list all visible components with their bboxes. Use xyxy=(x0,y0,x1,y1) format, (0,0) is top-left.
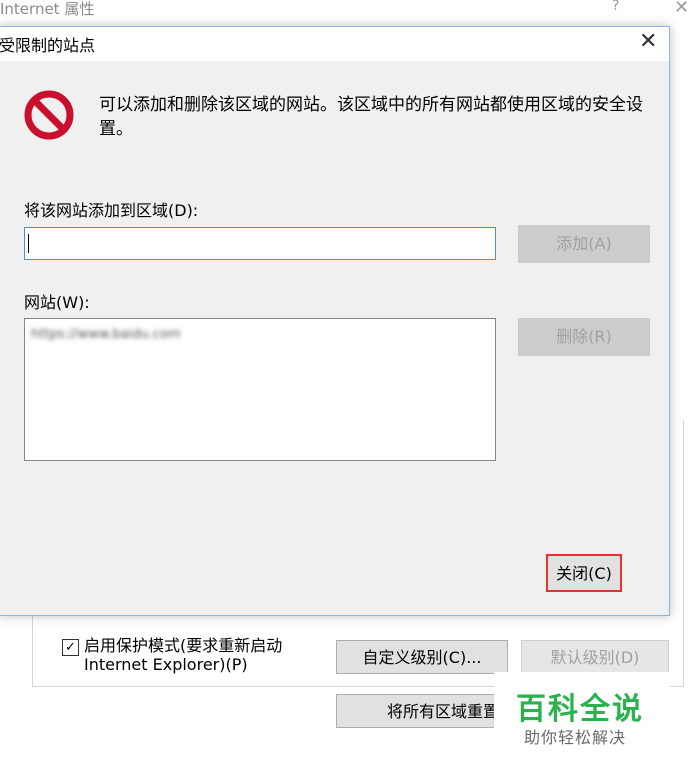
watermark-logo: 百科全说 助你轻松解决 xyxy=(494,672,670,752)
add-site-label: 将该网站添加到区域(D): xyxy=(24,201,199,220)
dialog-info-text: 可以添加和删除该区域的网站。该区域中的所有网站都使用区域的安全设置。 xyxy=(99,95,643,139)
parent-close-icon[interactable]: ✕ xyxy=(674,0,689,18)
help-icon[interactable]: ? xyxy=(612,0,619,14)
protected-mode-label: 启用保护模式(要求重新启动 Internet Explorer)(P) xyxy=(84,636,283,674)
list-item[interactable]: https://www.baidu.com xyxy=(31,327,181,342)
close-icon[interactable]: ✕ xyxy=(639,29,657,54)
watermark-subtitle: 助你轻松解决 xyxy=(524,728,627,747)
checkbox-check-icon: ✓ xyxy=(65,640,76,655)
sites-listbox[interactable]: https://www.baidu.com xyxy=(24,318,496,461)
parent-window-titlebar: Internet 属性 ? ✕ xyxy=(0,0,692,18)
restricted-sites-dialog: 受限制的站点 ✕ 可以添加和删除该区域的网站。该区域中的所有网站都使用区域的安全… xyxy=(0,26,670,616)
parent-window-title: Internet 属性 xyxy=(0,0,95,18)
site-url-input[interactable] xyxy=(24,227,496,260)
custom-level-button[interactable]: 自定义级别(C)... xyxy=(336,640,508,674)
dialog-titlebar: 受限制的站点 ✕ xyxy=(0,27,669,61)
protected-mode-checkbox[interactable]: ✓ xyxy=(62,639,79,656)
remove-button[interactable]: 删除(R) xyxy=(518,318,650,356)
dialog-title: 受限制的站点 xyxy=(0,36,96,55)
watermark-title: 百科全说 xyxy=(516,692,644,727)
no-entry-icon xyxy=(24,90,74,140)
close-button[interactable]: 关闭(C) xyxy=(546,554,622,592)
default-level-button[interactable]: 默认级别(D) xyxy=(521,640,669,674)
add-button[interactable]: 添加(A) xyxy=(518,225,650,263)
sites-label: 网站(W): xyxy=(24,293,90,312)
text-caret xyxy=(28,234,29,253)
